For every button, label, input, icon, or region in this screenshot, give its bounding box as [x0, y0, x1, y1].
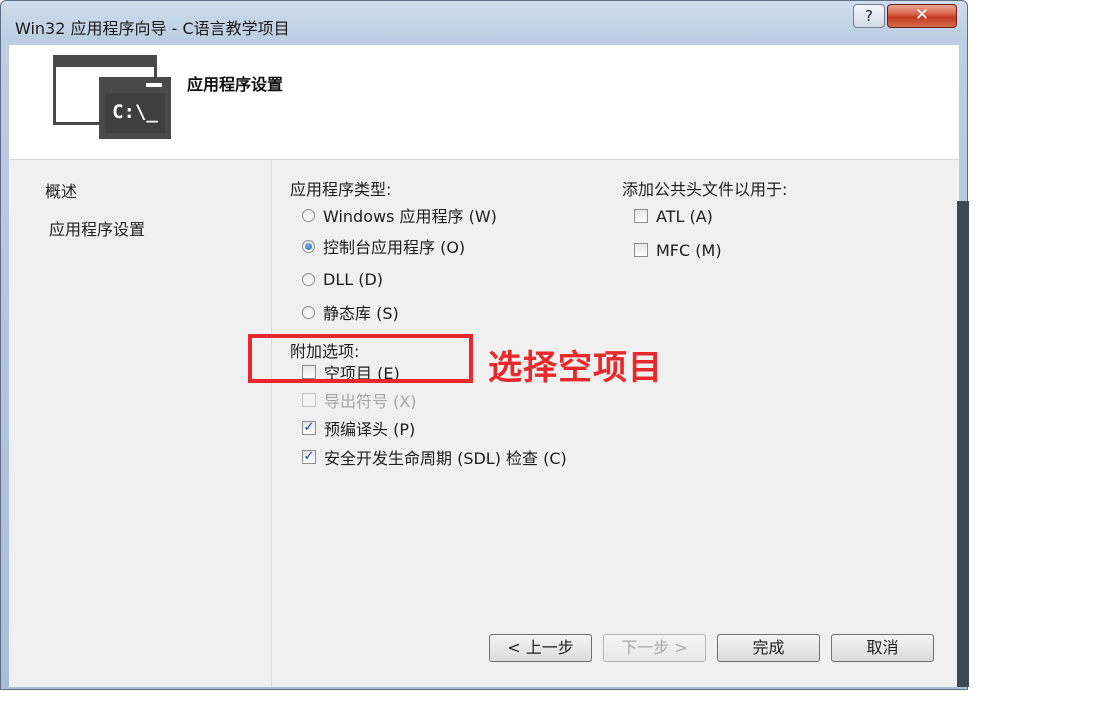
radio-icon: [302, 272, 315, 286]
settings-panel: 应用程序类型: Windows 应用程序 (W) 控制台应用程序 (O) DLL…: [272, 160, 959, 687]
checkbox-sdl-checks[interactable]: ✓ 安全开发生命周期 (SDL) 检查 (C): [302, 446, 567, 468]
help-button[interactable]: ?: [853, 4, 885, 28]
title-bar[interactable]: Win32 应用程序向导 - C语言教学项目 ? ✕: [1, 1, 967, 45]
background-window-edge: [957, 201, 969, 687]
radio-label: Windows 应用程序 (W): [323, 207, 497, 226]
checkbox-label: MFC (M): [656, 240, 722, 260]
annotation-highlight-box: [248, 334, 473, 383]
radio-icon: [302, 305, 315, 319]
console-app-icon: C:\_: [53, 55, 171, 141]
radio-label: DLL (D): [323, 269, 384, 289]
checkbox-label: 预编译头 (P): [324, 420, 416, 439]
checkmark-icon: ✓: [302, 420, 316, 435]
radio-icon: [302, 208, 315, 222]
checkbox-label: ATL (A): [656, 206, 713, 226]
checkmark-icon: ✓: [302, 449, 316, 464]
previous-button[interactable]: < 上一步: [489, 634, 592, 662]
checkbox-atl[interactable]: ATL (A): [634, 205, 713, 227]
window-title: Win32 应用程序向导 - C语言教学项目: [15, 19, 290, 38]
close-button[interactable]: ✕: [887, 4, 957, 28]
checkbox-icon: [634, 243, 648, 257]
dialog-client-area: C:\_ 应用程序设置 概述 应用程序设置 应用程序类型: Windows 应用…: [9, 45, 959, 687]
page-title: 应用程序设置: [187, 75, 284, 94]
radio-label: 控制台应用程序 (O): [323, 238, 466, 257]
common-headers-label: 添加公共头文件以用于:: [622, 180, 788, 199]
checkbox-precompiled-header[interactable]: ✓ 预编译头 (P): [302, 417, 415, 439]
console-prompt-text: C:\_: [105, 93, 165, 133]
nav-item-overview[interactable]: 概述: [45, 178, 77, 202]
nav-item-app-settings[interactable]: 应用程序设置: [49, 216, 145, 240]
radio-console-app[interactable]: 控制台应用程序 (O): [302, 235, 465, 257]
radio-label: 静态库 (S): [323, 304, 399, 323]
radio-static-lib[interactable]: 静态库 (S): [302, 301, 399, 323]
radio-windows-app[interactable]: Windows 应用程序 (W): [302, 204, 497, 226]
finish-button[interactable]: 完成: [717, 634, 820, 662]
wizard-button-bar: < 上一步 下一步 > 完成 取消: [272, 634, 959, 662]
wizard-header: C:\_ 应用程序设置: [9, 45, 959, 160]
checkbox-mfc[interactable]: MFC (M): [634, 239, 722, 261]
wizard-window: Win32 应用程序向导 - C语言教学项目 ? ✕ C:\_ 应用程序设置 概…: [0, 0, 969, 690]
console-window-icon: C:\_: [99, 77, 171, 139]
checkbox-icon: [634, 209, 648, 223]
checkbox-label: 导出符号 (X): [324, 392, 417, 411]
wizard-nav: 概述 应用程序设置: [9, 160, 272, 687]
next-button: 下一步 >: [603, 634, 706, 662]
checkbox-label: 安全开发生命周期 (SDL) 检查 (C): [324, 449, 567, 468]
radio-dll[interactable]: DLL (D): [302, 268, 383, 290]
checkbox-icon: [302, 393, 316, 407]
cancel-button[interactable]: 取消: [831, 634, 934, 662]
checkbox-export-symbols: 导出符号 (X): [302, 389, 417, 411]
radio-selected-icon: [302, 239, 315, 253]
app-type-label: 应用程序类型:: [290, 180, 392, 199]
annotation-text: 选择空项目: [488, 348, 663, 388]
